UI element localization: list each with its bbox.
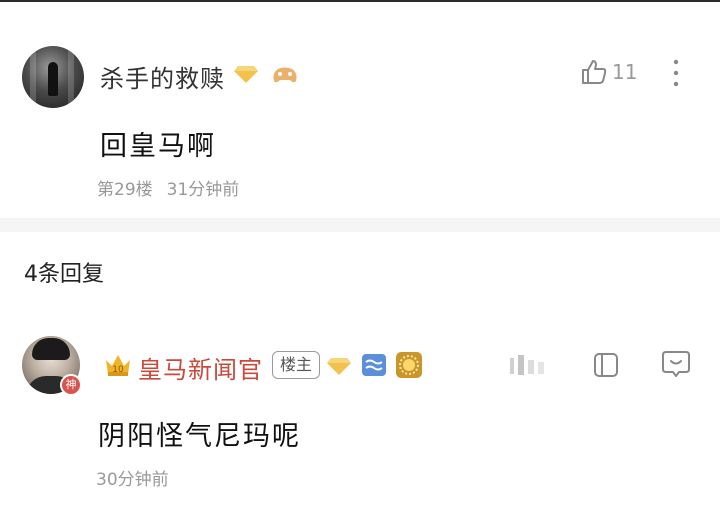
copy-icon[interactable] — [592, 350, 620, 380]
sun-badge-icon — [396, 352, 422, 378]
avatar-decoration — [30, 46, 36, 108]
reply-text: 阴阳怪气尼玛呢 — [98, 421, 301, 452]
op-tag: 楼主 — [272, 351, 321, 379]
diamond-badge-icon — [327, 358, 351, 375]
avatar[interactable] — [22, 46, 84, 108]
thumbs-up-icon — [582, 60, 607, 84]
chat-bubble-icon[interactable] — [660, 348, 692, 380]
avatar-figure — [48, 62, 58, 96]
comment-time: 31分钟前 — [166, 180, 240, 200]
reply-username[interactable]: 皇马新闻官 — [138, 350, 263, 385]
reply-time: 30分钟前 — [96, 470, 169, 490]
gamepad-badge-icon — [273, 67, 297, 83]
comment-meta: 第29楼 31分钟前 — [97, 175, 253, 200]
more-vertical-icon[interactable] — [670, 58, 682, 88]
top-border — [0, 0, 720, 2]
avatar-hair — [32, 338, 70, 360]
svg-text:10: 10 — [112, 365, 124, 375]
like-count: 11 — [612, 60, 638, 84]
god-badge: 神 — [60, 374, 82, 396]
diamond-badge-icon — [234, 66, 258, 83]
replies-header: 4条回复 — [24, 262, 104, 287]
avatar-decoration — [68, 46, 74, 108]
floor-number: 第29楼 — [97, 180, 153, 200]
like-button[interactable]: 11 — [580, 58, 637, 86]
crown-badge-icon: 10 — [106, 355, 130, 376]
comment-text: 回皇马啊 — [100, 131, 216, 162]
wave-badge-icon — [362, 354, 386, 376]
comment-username[interactable]: 杀手的救赎 — [100, 59, 225, 94]
section-divider — [0, 218, 720, 232]
blurred-icon[interactable] — [506, 352, 550, 378]
